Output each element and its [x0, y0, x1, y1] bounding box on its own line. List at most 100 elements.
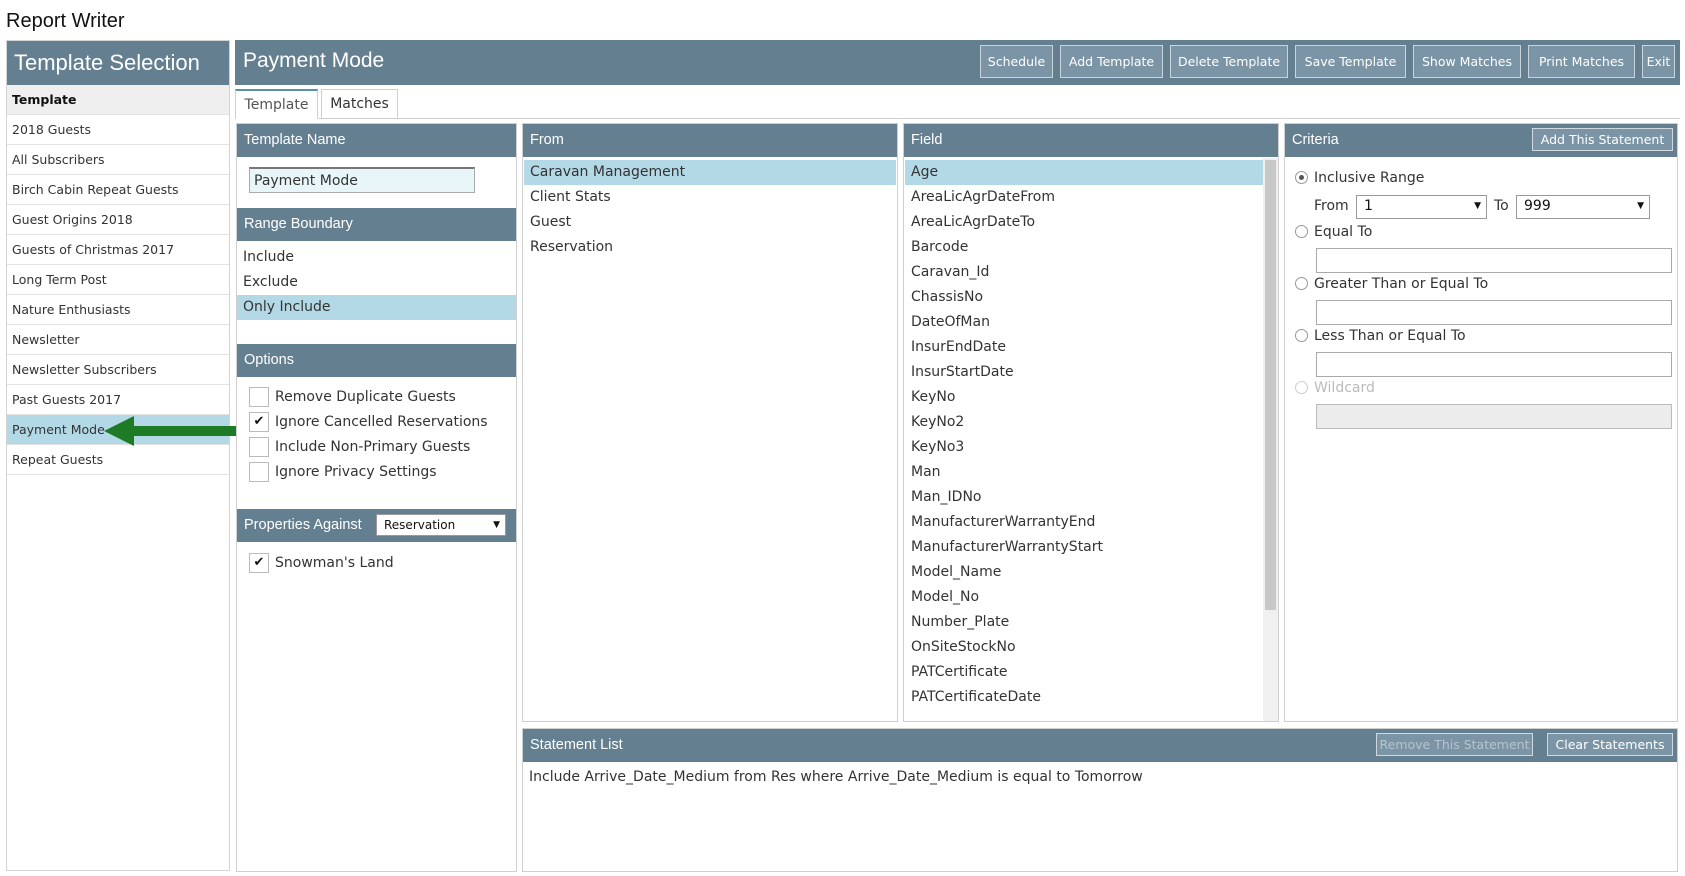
greater-equal-radio[interactable] — [1295, 277, 1308, 290]
template-settings-panel: Template Name Range Boundary Include Exc… — [236, 123, 517, 872]
add-template-button[interactable]: Add Template — [1060, 45, 1163, 78]
field-item-age[interactable]: Age — [905, 160, 1263, 185]
from-item-caravan-management[interactable]: Caravan Management — [524, 160, 896, 185]
field-item-barcode[interactable]: Barcode — [905, 235, 968, 260]
tab-matches[interactable]: Matches — [321, 89, 398, 119]
exit-button[interactable]: Exit — [1642, 45, 1675, 78]
from-panel: From Caravan Management Client Stats Gue… — [522, 123, 898, 722]
tab-template[interactable]: Template — [235, 89, 318, 119]
field-item-patcertificate[interactable]: PATCertificate — [905, 660, 1008, 685]
field-item-keyno2[interactable]: KeyNo2 — [905, 410, 964, 435]
field-item-caravan-id[interactable]: Caravan_Id — [905, 260, 989, 285]
field-item-insurstartdate[interactable]: InsurStartDate — [905, 360, 1014, 385]
field-item-insurenddate[interactable]: InsurEndDate — [905, 335, 1006, 360]
field-item-onsitestockno[interactable]: OnSiteStockNo — [905, 635, 1016, 660]
sidebar-item-newsletter[interactable]: Newsletter — [7, 325, 229, 355]
chevron-down-icon: ▼ — [1474, 201, 1481, 211]
less-equal-radio[interactable] — [1295, 329, 1308, 342]
greater-equal-input[interactable] — [1316, 300, 1672, 325]
include-non-primary-guests-label: Include Non-Primary Guests — [275, 439, 471, 455]
sidebar-item-nature-enthusiasts[interactable]: Nature Enthusiasts — [7, 295, 229, 325]
print-matches-button[interactable]: Print Matches — [1528, 45, 1635, 78]
less-equal-label: Less Than or Equal To — [1314, 328, 1466, 344]
from-item-guest[interactable]: Guest — [524, 210, 896, 235]
sidebar-item-past-guests-2017[interactable]: Past Guests 2017 — [7, 385, 229, 415]
inclusive-range-radio[interactable] — [1295, 171, 1308, 184]
sidebar-item-all-subscribers[interactable]: All Subscribers — [7, 145, 229, 175]
main-header: Payment Mode Schedule Add Template Delet… — [235, 40, 1680, 85]
range-option-include[interactable]: Include — [237, 245, 516, 270]
properties-against-label: Properties Against — [244, 517, 362, 533]
range-option-exclude[interactable]: Exclude — [237, 270, 516, 295]
include-non-primary-guests-checkbox[interactable] — [249, 437, 269, 457]
remove-duplicate-guests-label: Remove Duplicate Guests — [275, 389, 456, 405]
field-item-arealicagrdatefrom[interactable]: AreaLicAgrDateFrom — [905, 185, 1055, 210]
sidebar-item-repeat-guests[interactable]: Repeat Guests — [7, 445, 229, 475]
remove-duplicate-guests-checkbox[interactable] — [249, 387, 269, 407]
sidebar-item-birch-cabin-repeat-guests[interactable]: Birch Cabin Repeat Guests — [7, 175, 229, 205]
field-item-arealicagrdateto[interactable]: AreaLicAgrDateTo — [905, 210, 1035, 235]
statement-item[interactable]: Include Arrive_Date_Medium from Res wher… — [529, 769, 1143, 785]
field-scroll-thumb[interactable] — [1265, 160, 1276, 610]
field-item-number-plate[interactable]: Number_Plate — [905, 610, 1009, 635]
sidebar-item-long-term-post[interactable]: Long Term Post — [7, 265, 229, 295]
ignore-cancelled-reservations-checkbox[interactable]: ✔ — [249, 412, 269, 432]
template-name-input[interactable] — [249, 167, 475, 193]
add-this-statement-button[interactable]: Add This Statement — [1532, 128, 1673, 151]
field-item-keyno3[interactable]: KeyNo3 — [905, 435, 964, 460]
sidebar-title: Template Selection — [7, 41, 229, 85]
from-label: From — [1314, 198, 1349, 214]
template-list-header: Template — [7, 85, 229, 115]
field-item-model-no[interactable]: Model_No — [905, 585, 979, 610]
field-item-man[interactable]: Man — [905, 460, 941, 485]
from-item-reservation[interactable]: Reservation — [524, 235, 896, 260]
equal-to-label: Equal To — [1314, 224, 1373, 240]
remove-this-statement-button[interactable]: Remove This Statement — [1376, 733, 1533, 756]
tab-divider — [235, 118, 1680, 119]
range-to-select[interactable]: 999 ▼ — [1516, 195, 1650, 219]
delete-template-button[interactable]: Delete Template — [1170, 45, 1288, 78]
from-header: From — [523, 124, 897, 157]
wildcard-label: Wildcard — [1314, 380, 1375, 396]
field-item-manufacturerwarrantystart[interactable]: ManufacturerWarrantyStart — [905, 535, 1103, 560]
chevron-down-icon: ▼ — [1637, 201, 1644, 211]
field-item-dateofman[interactable]: DateOfMan — [905, 310, 990, 335]
field-item-man-idno[interactable]: Man_IDNo — [905, 485, 981, 510]
wildcard-radio — [1295, 381, 1308, 394]
field-item-chassisno[interactable]: ChassisNo — [905, 285, 983, 310]
criteria-panel: Criteria Add This Statement Inclusive Ra… — [1284, 123, 1678, 722]
equal-to-input[interactable] — [1316, 248, 1672, 273]
criteria-title: Criteria — [1292, 132, 1339, 148]
sidebar-item-guests-of-christmas-2017[interactable]: Guests of Christmas 2017 — [7, 235, 229, 265]
template-name-header: Template Name — [237, 124, 516, 157]
field-item-model-name[interactable]: Model_Name — [905, 560, 1001, 585]
template-selection-sidebar: Template Selection Template 2018 Guests … — [6, 40, 230, 871]
schedule-button[interactable]: Schedule — [980, 45, 1053, 78]
field-item-manufacturerwarrantyend[interactable]: ManufacturerWarrantyEnd — [905, 510, 1095, 535]
properties-against-value: Reservation — [384, 518, 456, 532]
sidebar-item-guest-origins-2018[interactable]: Guest Origins 2018 — [7, 205, 229, 235]
to-label: To — [1494, 198, 1509, 214]
field-list-scrollbar[interactable] — [1263, 158, 1278, 721]
equal-to-radio[interactable] — [1295, 225, 1308, 238]
show-matches-button[interactable]: Show Matches — [1413, 45, 1521, 78]
clear-statements-button[interactable]: Clear Statements — [1547, 733, 1673, 756]
less-equal-input[interactable] — [1316, 352, 1672, 377]
field-panel: Field Age AreaLicAgrDateFrom AreaLicAgrD… — [903, 123, 1279, 722]
properties-against-select[interactable]: Reservation ▼ — [376, 514, 506, 536]
chevron-down-icon: ▼ — [493, 520, 500, 530]
range-option-only-include[interactable]: Only Include — [237, 295, 516, 320]
statement-list-panel: Statement List Remove This Statement Cle… — [522, 728, 1678, 872]
ignore-privacy-settings-checkbox[interactable] — [249, 462, 269, 482]
range-from-select[interactable]: 1 ▼ — [1356, 195, 1487, 219]
inclusive-range-label: Inclusive Range — [1314, 170, 1425, 186]
sidebar-item-2018-guests[interactable]: 2018 Guests — [7, 115, 229, 145]
snowmans-land-checkbox[interactable]: ✔ — [249, 553, 269, 573]
page-title: Payment Mode — [243, 49, 385, 72]
from-item-client-stats[interactable]: Client Stats — [524, 185, 896, 210]
ignore-privacy-settings-label: Ignore Privacy Settings — [275, 464, 437, 480]
field-item-keyno[interactable]: KeyNo — [905, 385, 955, 410]
field-item-patcertificatedate[interactable]: PATCertificateDate — [905, 685, 1041, 710]
sidebar-item-newsletter-subscribers[interactable]: Newsletter Subscribers — [7, 355, 229, 385]
save-template-button[interactable]: Save Template — [1295, 45, 1406, 78]
